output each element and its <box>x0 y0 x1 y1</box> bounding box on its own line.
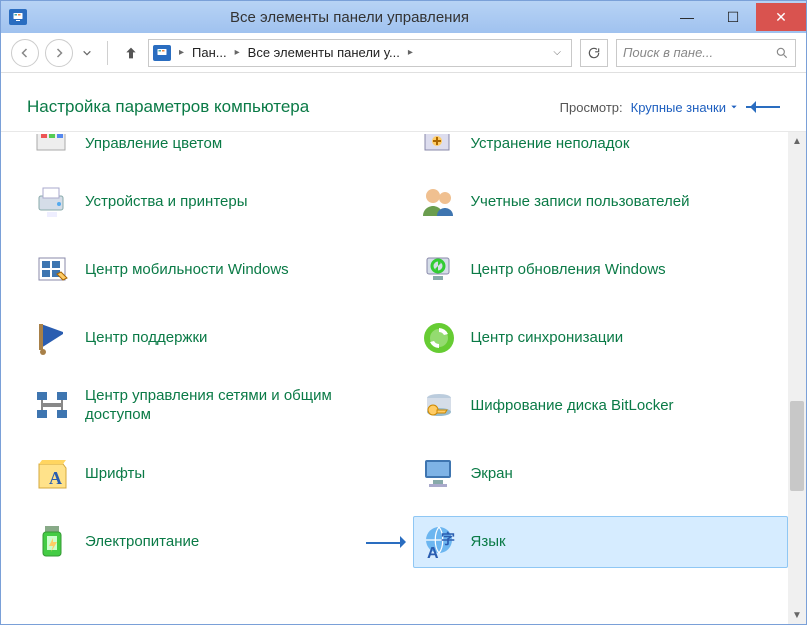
cp-item-devices-printers[interactable]: Устройства и принтеры <box>27 176 403 228</box>
fonts-icon: A <box>33 454 73 494</box>
recent-dropdown[interactable] <box>79 42 95 64</box>
bitlocker-icon <box>419 386 459 426</box>
svg-text:字: 字 <box>441 531 455 547</box>
breadcrumb-item[interactable]: Пан... <box>192 45 227 60</box>
toolbar: ▸ Пан... ▸ Все элементы панели у... ▸ ⌵ <box>1 33 806 73</box>
cp-item-user-accounts[interactable]: Учетные записи пользователей <box>413 176 789 228</box>
item-label: Устранение неполадок <box>471 135 630 154</box>
chevron-right-icon[interactable]: ▸ <box>179 47 184 58</box>
scroll-track[interactable] <box>788 150 806 606</box>
search-box[interactable] <box>616 39 796 67</box>
divider <box>107 41 108 65</box>
item-label: Электропитание <box>85 533 199 552</box>
troubleshooting-icon <box>419 134 459 154</box>
chevron-down-icon[interactable]: ⌵ <box>553 47 561 58</box>
forward-button[interactable] <box>45 39 73 67</box>
user-accounts-icon <box>419 182 459 222</box>
item-label: Язык <box>471 533 506 552</box>
scroll-thumb[interactable] <box>790 401 804 491</box>
cp-item-power-options[interactable]: Электропитание <box>27 516 403 568</box>
sync-center-icon <box>419 318 459 358</box>
chevron-right-icon[interactable]: ▸ <box>235 47 240 58</box>
back-button[interactable] <box>11 39 39 67</box>
view-value-text: Крупные значки <box>631 100 726 115</box>
action-center-icon <box>33 318 73 358</box>
item-label: Центр обновления Windows <box>471 261 666 280</box>
item-label: Центр поддержки <box>85 329 207 348</box>
scroll-up-button[interactable]: ▲ <box>788 132 806 150</box>
view-dropdown[interactable]: Крупные значки <box>631 100 738 115</box>
chevron-right-icon[interactable]: ▸ <box>408 47 413 58</box>
maximize-button[interactable]: ☐ <box>710 3 756 31</box>
item-label: Шифрование диска BitLocker <box>471 397 674 416</box>
cp-item-color-management[interactable]: Управление цветом <box>27 132 403 160</box>
item-label: Центр мобильности Windows <box>85 261 289 280</box>
refresh-button[interactable] <box>580 39 608 67</box>
cp-item-sync-center[interactable]: Центр синхронизации <box>413 312 789 364</box>
cp-item-troubleshooting[interactable]: Устранение неполадок <box>413 132 789 160</box>
devices-printers-icon <box>33 182 73 222</box>
cp-item-windows-update[interactable]: Центр обновления Windows <box>413 244 789 296</box>
page-title: Настройка параметров компьютера <box>27 97 560 117</box>
item-label: Центр управления сетями и общим доступом <box>85 387 345 425</box>
window-title: Все элементы панели управления <box>35 9 664 26</box>
content-wrap: Управление цветом Устранение неполадок У… <box>1 132 806 624</box>
mobility-center-icon <box>33 250 73 290</box>
search-icon <box>775 46 789 60</box>
display-icon <box>419 454 459 494</box>
item-label: Управление цветом <box>85 135 222 154</box>
breadcrumb-item[interactable]: Все элементы панели у... <box>248 45 400 60</box>
cp-item-fonts[interactable]: A Шрифты <box>27 448 403 500</box>
titlebar: Все элементы панели управления — ☐ ✕ <box>1 1 806 33</box>
scroll-down-button[interactable]: ▼ <box>788 606 806 624</box>
cp-item-language[interactable]: A字 Язык <box>413 516 789 568</box>
search-input[interactable] <box>623 45 775 60</box>
language-icon: A字 <box>419 522 459 562</box>
close-button[interactable]: ✕ <box>756 3 806 31</box>
vertical-scrollbar[interactable]: ▲ ▼ <box>788 132 806 624</box>
cp-item-display[interactable]: Экран <box>413 448 789 500</box>
control-panel-icon <box>153 45 171 61</box>
cp-item-network-sharing[interactable]: Центр управления сетями и общим доступом <box>27 380 403 432</box>
view-label: Просмотр: <box>560 100 623 115</box>
window-controls: — ☐ ✕ <box>664 3 806 31</box>
item-label: Учетные записи пользователей <box>471 193 690 212</box>
item-label: Устройства и принтеры <box>85 193 247 212</box>
breadcrumb-root[interactable]: ▸ Пан... ▸ Все элементы панели у... ▸ <box>153 45 417 61</box>
item-label: Центр синхронизации <box>471 329 624 348</box>
up-button[interactable] <box>118 40 144 66</box>
windows-update-icon <box>419 250 459 290</box>
power-options-icon <box>33 522 73 562</box>
control-panel-items: Управление цветом Устранение неполадок У… <box>1 132 788 624</box>
annotation-arrow <box>746 106 780 108</box>
cp-item-bitlocker[interactable]: Шифрование диска BitLocker <box>413 380 789 432</box>
chevron-down-icon <box>730 103 738 111</box>
cp-item-action-center[interactable]: Центр поддержки <box>27 312 403 364</box>
color-management-icon <box>33 134 73 154</box>
item-label: Шрифты <box>85 465 145 484</box>
cp-item-mobility-center[interactable]: Центр мобильности Windows <box>27 244 403 296</box>
control-panel-window: Все элементы панели управления — ☐ ✕ ▸ <box>0 0 807 625</box>
svg-text:A: A <box>427 545 439 562</box>
page-header: Настройка параметров компьютера Просмотр… <box>1 73 806 132</box>
svg-text:A: A <box>49 468 62 488</box>
address-bar[interactable]: ▸ Пан... ▸ Все элементы панели у... ▸ ⌵ <box>148 39 572 67</box>
app-icon <box>9 9 27 25</box>
network-sharing-icon <box>33 386 73 426</box>
item-label: Экран <box>471 465 513 484</box>
minimize-button[interactable]: — <box>664 3 710 31</box>
